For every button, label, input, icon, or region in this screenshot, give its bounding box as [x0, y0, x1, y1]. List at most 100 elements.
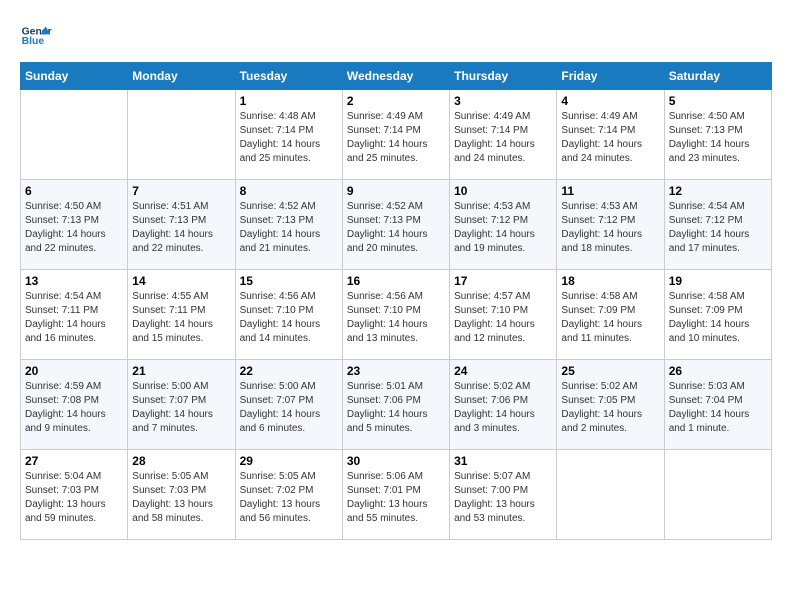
calendar-cell: 3 Sunrise: 4:49 AM Sunset: 7:14 PM Daylig… — [450, 90, 557, 180]
calendar-cell: 18Sunrise: 4:58 AM Sunset: 7:09 PM Dayli… — [557, 270, 664, 360]
calendar-cell: 30 Sunrise: 5:06 AM Sunset: 7:01 PM Dayli… — [342, 450, 449, 540]
day-info: Sunrise: 4:49 AM Sunset: 7:14 PM Dayligh… — [454, 110, 552, 166]
day-number: 7 — [132, 184, 230, 198]
calendar-cell: 2 Sunrise: 4:49 AM Sunset: 7:14 PM Daylig… — [342, 90, 449, 180]
calendar-cell — [664, 450, 771, 540]
calendar-cell: 17 Sunrise: 4:57 AM Sunset: 7:10 PM Dayli… — [450, 270, 557, 360]
col-header-tuesday: Tuesday — [235, 63, 342, 90]
calendar-cell: 25 Sunrise: 5:02 AM Sunset: 7:05 PM Dayli… — [557, 360, 664, 450]
calendar-cell: 31 Sunrise: 5:07 AM Sunset: 7:00 PM Dayli… — [450, 450, 557, 540]
calendar-cell: 21 Sunrise: 5:00 AM Sunset: 7:07 PM Dayli… — [128, 360, 235, 450]
day-number: 26 — [669, 364, 767, 378]
day-number: 22 — [240, 364, 338, 378]
day-number: 13 — [25, 274, 123, 288]
day-info: Sunrise: 4:48 AM Sunset: 7:14 PM Dayligh… — [240, 110, 338, 166]
day-number: 11 — [561, 184, 659, 198]
day-number: 8 — [240, 184, 338, 198]
calendar-cell: 23 Sunrise: 5:01 AM Sunset: 7:06 PM Dayli… — [342, 360, 449, 450]
calendar-cell — [21, 90, 128, 180]
calendar-cell: 15Sunrise: 4:56 AM Sunset: 7:10 PM Dayli… — [235, 270, 342, 360]
calendar-cell: 24 Sunrise: 5:02 AM Sunset: 7:06 PM Dayli… — [450, 360, 557, 450]
col-header-monday: Monday — [128, 63, 235, 90]
day-info: Sunrise: 5:02 AM Sunset: 7:05 PM Dayligh… — [561, 380, 659, 436]
day-info: Sunrise: 4:54 AM Sunset: 7:11 PM Dayligh… — [25, 290, 123, 346]
day-info: Sunrise: 4:53 AM Sunset: 7:12 PM Dayligh… — [454, 200, 552, 256]
day-info: Sunrise: 4:50 AM Sunset: 7:13 PM Dayligh… — [669, 110, 767, 166]
day-info: Sunrise: 4:50 AM Sunset: 7:13 PM Dayligh… — [25, 200, 123, 256]
day-info: Sunrise: 5:02 AM Sunset: 7:06 PM Dayligh… — [454, 380, 552, 436]
day-number: 12 — [669, 184, 767, 198]
day-number: 28 — [132, 454, 230, 468]
day-info: Sunrise: 5:07 AM Sunset: 7:00 PM Dayligh… — [454, 470, 552, 526]
day-number: 20 — [25, 364, 123, 378]
calendar-cell: 4 Sunrise: 4:49 AM Sunset: 7:14 PM Daylig… — [557, 90, 664, 180]
day-number: 5 — [669, 94, 767, 108]
col-header-thursday: Thursday — [450, 63, 557, 90]
day-number: 9 — [347, 184, 445, 198]
day-number: 31 — [454, 454, 552, 468]
day-info: Sunrise: 4:49 AM Sunset: 7:14 PM Dayligh… — [561, 110, 659, 166]
calendar-cell: 19 Sunrise: 4:58 AM Sunset: 7:09 PM Dayli… — [664, 270, 771, 360]
calendar-cell — [557, 450, 664, 540]
col-header-wednesday: Wednesday — [342, 63, 449, 90]
calendar-cell: 8 Sunrise: 4:52 AM Sunset: 7:13 PM Daylig… — [235, 180, 342, 270]
calendar-cell: 13 Sunrise: 4:54 AM Sunset: 7:11 PM Dayli… — [21, 270, 128, 360]
day-number: 21 — [132, 364, 230, 378]
day-number: 1 — [240, 94, 338, 108]
day-number: 18 — [561, 274, 659, 288]
col-header-saturday: Saturday — [664, 63, 771, 90]
day-info: Sunrise: 4:56 AM Sunset: 7:10 PM Dayligh… — [347, 290, 445, 346]
day-info: Sunrise: 4:59 AM Sunset: 7:08 PM Dayligh… — [25, 380, 123, 436]
day-info: Sunrise: 5:05 AM Sunset: 7:03 PM Dayligh… — [132, 470, 230, 526]
calendar-cell — [128, 90, 235, 180]
calendar-cell: 16 Sunrise: 4:56 AM Sunset: 7:10 PM Dayli… — [342, 270, 449, 360]
day-info: Sunrise: 4:51 AM Sunset: 7:13 PM Dayligh… — [132, 200, 230, 256]
day-number: 25 — [561, 364, 659, 378]
day-info: Sunrise: 4:52 AM Sunset: 7:13 PM Dayligh… — [240, 200, 338, 256]
day-info: Sunrise: 4:58 AM Sunset: 7:09 PM Dayligh… — [669, 290, 767, 346]
calendar-cell: 6 Sunrise: 4:50 AM Sunset: 7:13 PM Daylig… — [21, 180, 128, 270]
day-info: Sunrise: 5:05 AM Sunset: 7:02 PM Dayligh… — [240, 470, 338, 526]
day-info: Sunrise: 4:55 AM Sunset: 7:11 PM Dayligh… — [132, 290, 230, 346]
day-info: Sunrise: 5:04 AM Sunset: 7:03 PM Dayligh… — [25, 470, 123, 526]
calendar-cell: 29 Sunrise: 5:05 AM Sunset: 7:02 PM Dayli… — [235, 450, 342, 540]
day-number: 3 — [454, 94, 552, 108]
day-info: Sunrise: 4:54 AM Sunset: 7:12 PM Dayligh… — [669, 200, 767, 256]
day-info: Sunrise: 4:56 AM Sunset: 7:10 PM Dayligh… — [240, 290, 338, 346]
calendar-cell: 9 Sunrise: 4:52 AM Sunset: 7:13 PM Daylig… — [342, 180, 449, 270]
day-number: 16 — [347, 274, 445, 288]
day-number: 17 — [454, 274, 552, 288]
col-header-sunday: Sunday — [21, 63, 128, 90]
calendar-cell: 27 Sunrise: 5:04 AM Sunset: 7:03 PM Dayli… — [21, 450, 128, 540]
day-number: 29 — [240, 454, 338, 468]
day-number: 19 — [669, 274, 767, 288]
calendar-table: SundayMondayTuesdayWednesdayThursdayFrid… — [20, 62, 772, 540]
calendar-cell: 14 Sunrise: 4:55 AM Sunset: 7:11 PM Dayli… — [128, 270, 235, 360]
day-number: 2 — [347, 94, 445, 108]
calendar-cell: 28 Sunrise: 5:05 AM Sunset: 7:03 PM Dayli… — [128, 450, 235, 540]
day-number: 6 — [25, 184, 123, 198]
col-header-friday: Friday — [557, 63, 664, 90]
calendar-cell: 20 Sunrise: 4:59 AM Sunset: 7:08 PM Dayli… — [21, 360, 128, 450]
day-number: 4 — [561, 94, 659, 108]
day-info: Sunrise: 4:52 AM Sunset: 7:13 PM Dayligh… — [347, 200, 445, 256]
logo: General Blue — [20, 20, 52, 52]
calendar-cell: 5 Sunrise: 4:50 AM Sunset: 7:13 PM Daylig… — [664, 90, 771, 180]
day-info: Sunrise: 5:01 AM Sunset: 7:06 PM Dayligh… — [347, 380, 445, 436]
calendar-cell: 22Sunrise: 5:00 AM Sunset: 7:07 PM Dayli… — [235, 360, 342, 450]
day-info: Sunrise: 5:00 AM Sunset: 7:07 PM Dayligh… — [132, 380, 230, 436]
calendar-cell: 1 Sunrise: 4:48 AM Sunset: 7:14 PM Daylig… — [235, 90, 342, 180]
day-info: Sunrise: 4:49 AM Sunset: 7:14 PM Dayligh… — [347, 110, 445, 166]
day-info: Sunrise: 5:06 AM Sunset: 7:01 PM Dayligh… — [347, 470, 445, 526]
day-number: 23 — [347, 364, 445, 378]
day-info: Sunrise: 4:57 AM Sunset: 7:10 PM Dayligh… — [454, 290, 552, 346]
day-number: 27 — [25, 454, 123, 468]
day-number: 24 — [454, 364, 552, 378]
day-number: 30 — [347, 454, 445, 468]
calendar-cell: 12 Sunrise: 4:54 AM Sunset: 7:12 PM Dayli… — [664, 180, 771, 270]
page-header: General Blue — [20, 20, 772, 52]
day-number: 10 — [454, 184, 552, 198]
calendar-cell: 26Sunrise: 5:03 AM Sunset: 7:04 PM Dayli… — [664, 360, 771, 450]
day-info: Sunrise: 4:53 AM Sunset: 7:12 PM Dayligh… — [561, 200, 659, 256]
day-number: 14 — [132, 274, 230, 288]
